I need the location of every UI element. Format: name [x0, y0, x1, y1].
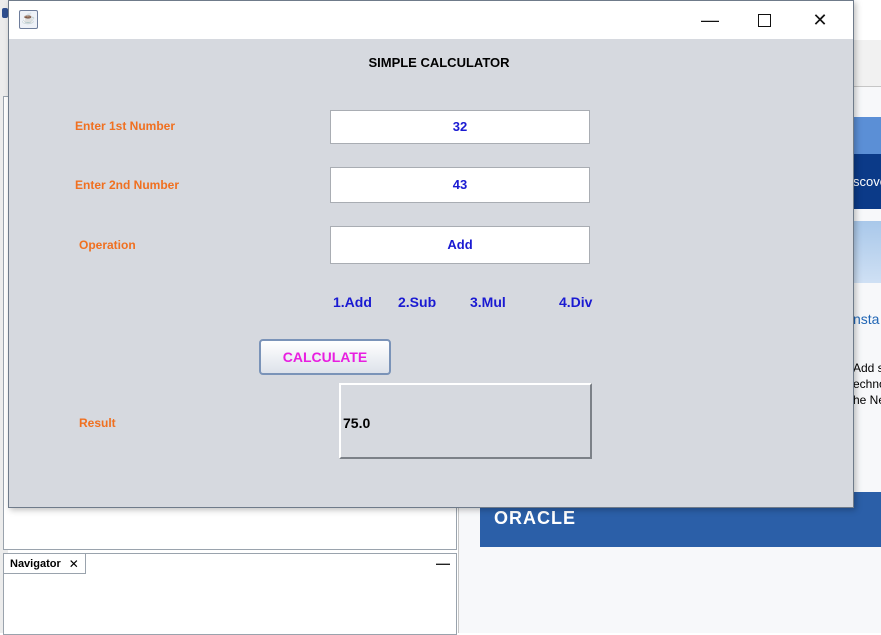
- second-number-label: Enter 2nd Number: [75, 178, 180, 192]
- calculator-window: ☕ — ✕ SIMPLE CALCULATOR Enter 1st Number…: [8, 0, 854, 508]
- start-banner-top: [853, 117, 881, 154]
- calculator-title: SIMPLE CALCULATOR: [368, 55, 510, 70]
- option-sub: 2.Sub: [398, 294, 437, 310]
- navigator-tab-label: Navigator: [10, 557, 61, 570]
- operation-label: Operation: [79, 238, 136, 252]
- maximize-button[interactable]: [741, 1, 787, 39]
- start-body-text: Add su echno he Ne: [853, 360, 881, 408]
- start-banner-discover[interactable]: scove: [853, 154, 881, 209]
- result-display: 75.0: [339, 383, 592, 459]
- result-value: 75.0: [343, 415, 371, 431]
- option-mul: 3.Mul: [470, 294, 506, 310]
- minimize-icon: —: [701, 9, 719, 30]
- install-link[interactable]: nsta: [853, 311, 881, 327]
- close-icon: ✕: [812, 9, 828, 30]
- maximize-icon: [757, 13, 771, 27]
- minimize-button[interactable]: —: [687, 1, 733, 39]
- second-number-field[interactable]: 43: [330, 167, 590, 203]
- first-number-label: Enter 1st Number: [75, 119, 176, 133]
- start-banner-light: [853, 221, 881, 283]
- option-div: 4.Div: [559, 294, 593, 310]
- navigator-tab[interactable]: Navigator ✕: [4, 554, 86, 574]
- oracle-logo: ORACLE: [494, 508, 576, 528]
- calculate-button[interactable]: CALCULATE: [259, 339, 391, 375]
- option-add: 1.Add: [333, 294, 372, 310]
- start-banner-text: scove: [853, 174, 881, 189]
- title-bar[interactable]: ☕ — ✕: [9, 1, 853, 39]
- first-number-field[interactable]: 32: [330, 110, 590, 144]
- close-icon[interactable]: ✕: [69, 557, 79, 571]
- start-body-line: Add su: [853, 361, 881, 375]
- close-button[interactable]: ✕: [797, 1, 843, 39]
- result-label: Result: [79, 416, 116, 430]
- start-body-line: he Ne: [853, 393, 881, 407]
- navigator-panel: Navigator ✕ —: [3, 553, 457, 635]
- java-icon: ☕: [19, 10, 38, 29]
- minimize-icon[interactable]: —: [436, 555, 450, 571]
- operation-field[interactable]: Add: [330, 226, 590, 264]
- start-body-line: echno: [853, 377, 881, 391]
